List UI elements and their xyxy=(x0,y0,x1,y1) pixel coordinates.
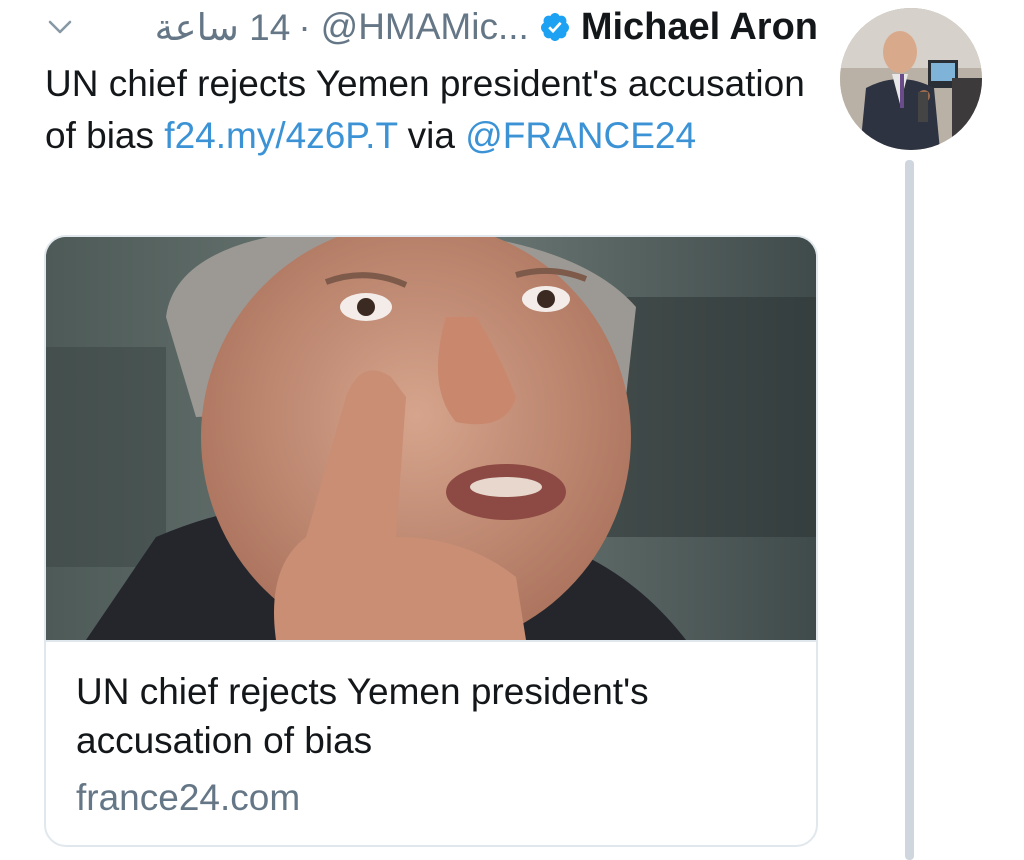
thread-connector-line xyxy=(905,160,914,860)
separator-dot: · xyxy=(298,6,311,47)
tweet-text: UN chief rejects Yemen president's accus… xyxy=(45,58,815,162)
tweet-timestamp[interactable]: 14 ساعة xyxy=(155,6,291,49)
link-preview-card[interactable]: UN chief rejects Yemen president's accus… xyxy=(44,235,818,847)
card-image[interactable] xyxy=(46,237,816,640)
mention-link[interactable]: @FRANCE24 xyxy=(465,115,696,156)
card-divider xyxy=(46,640,816,642)
tweet-text-via: via xyxy=(397,115,466,156)
tweet-link[interactable]: f24.my/4z6P.T xyxy=(164,115,397,156)
author-avatar[interactable] xyxy=(840,8,982,150)
card-domain: france24.com xyxy=(76,777,301,818)
verified-badge-icon xyxy=(540,13,569,41)
author-handle[interactable]: @HMAMic... xyxy=(321,6,529,48)
chevron-down-icon[interactable] xyxy=(47,14,73,40)
card-title[interactable]: UN chief rejects Yemen president's accus… xyxy=(76,667,776,765)
tweet-header: 14 ساعة · @HMAMic... Michael Aron xyxy=(155,4,818,50)
author-name[interactable]: Michael Aron xyxy=(581,6,818,49)
